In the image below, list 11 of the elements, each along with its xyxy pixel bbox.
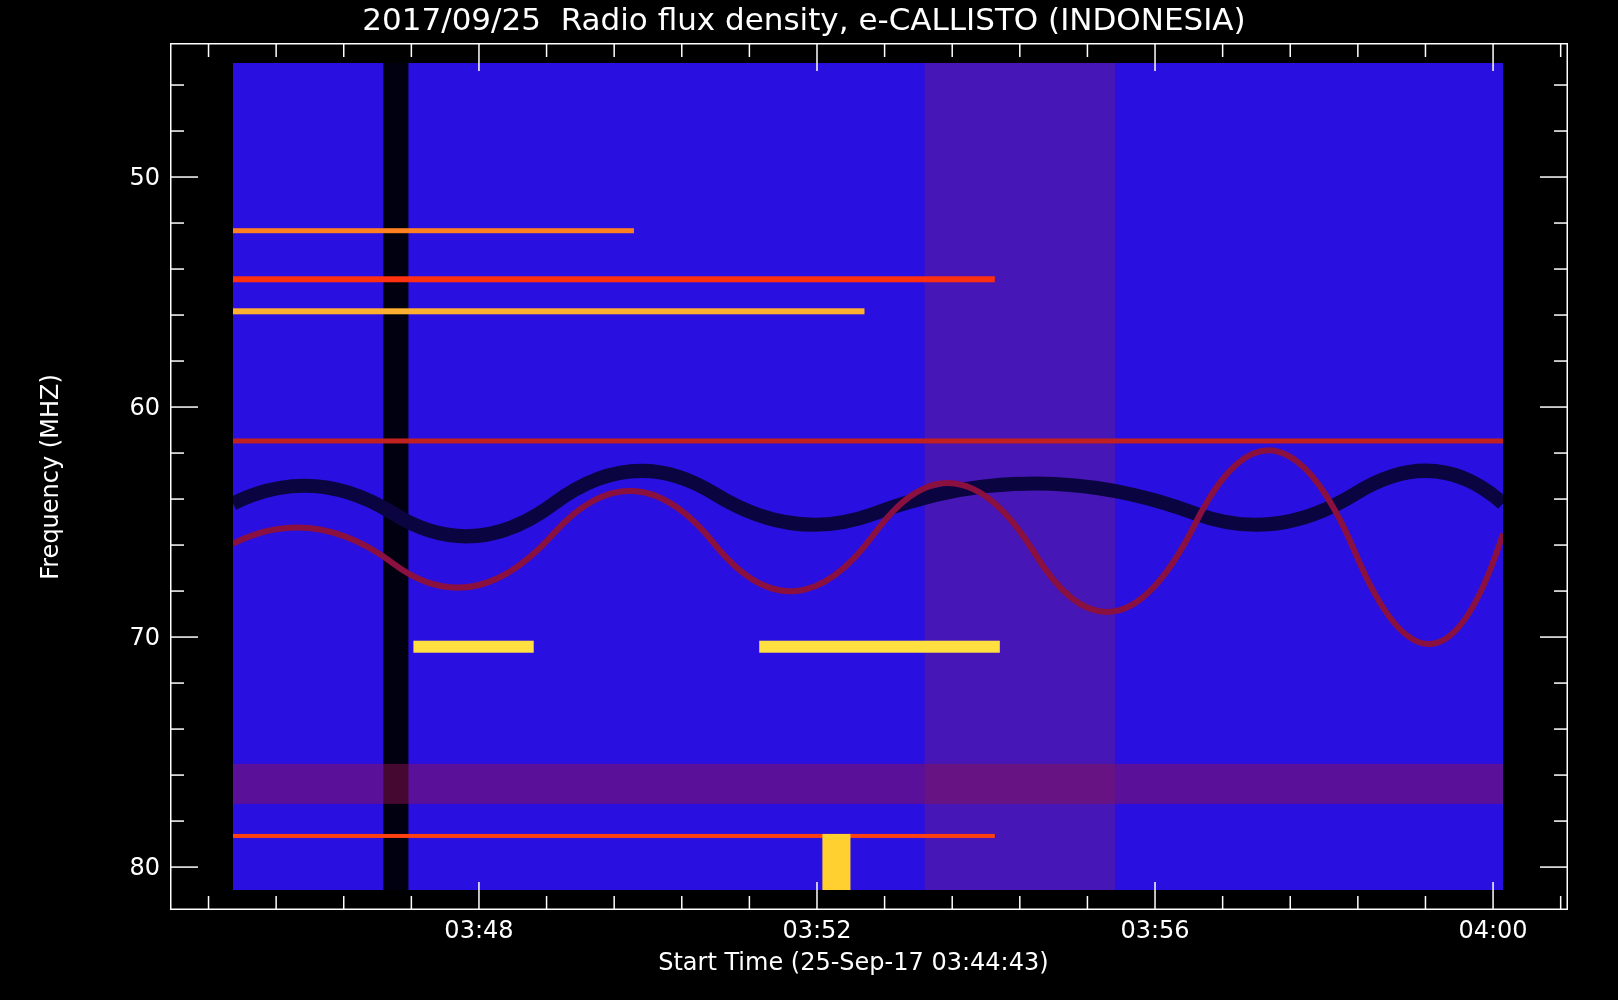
x-tick-label: 04:00	[1458, 916, 1528, 944]
y-tick-label: 60	[129, 393, 160, 422]
y-tick-label: 50	[129, 163, 160, 192]
y-tick-label: 70	[129, 623, 160, 652]
x-axis-label: Start Time (25-Sep-17 03:44:43)	[658, 948, 1049, 976]
y-tick-label: 80	[129, 853, 160, 882]
x-tick-label: 03:52	[782, 916, 852, 944]
chart-title: 2017/09/25 Radio flux density, e-CALLISTO (INDONESIA)	[362, 0, 1246, 38]
x-tick-label: 03:48	[444, 916, 514, 944]
x-tick-label: 03:56	[1120, 916, 1190, 944]
y-axis-label: Frequency (MHZ)	[35, 373, 64, 580]
